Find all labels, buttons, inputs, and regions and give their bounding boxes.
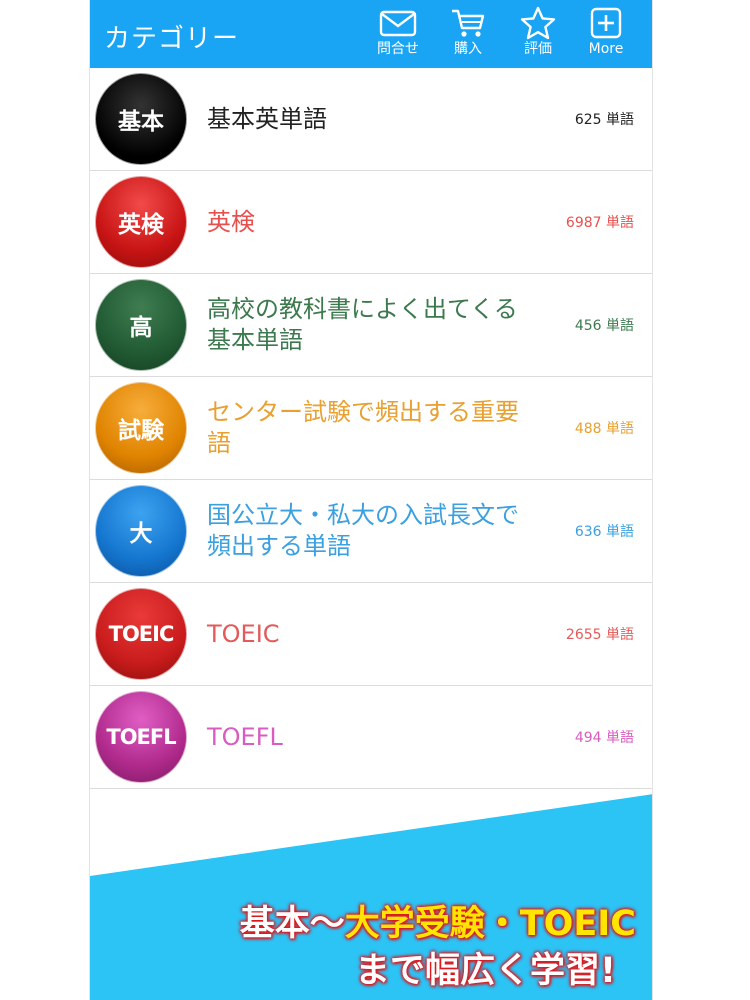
app-screen: カテゴリー 問合せ 購入 評価 More 基本 基本英単語 625 単語 英検 … xyxy=(89,0,653,1000)
category-title: 高校の教科書によく出てくる基本単語 xyxy=(207,295,518,354)
category-title: 国公立大・私大の入試長文で頻出する単語 xyxy=(207,501,519,560)
word-count: 456 単語 xyxy=(574,318,634,334)
category-row-university[interactable]: 大 国公立大・私大の入試長文で頻出する単語 636 単語 xyxy=(90,480,652,583)
category-badge: 英検 xyxy=(95,176,187,268)
category-title: 基本英単語 xyxy=(207,104,327,133)
category-badge: 基本 xyxy=(95,73,187,165)
rate-button-label: 評価 xyxy=(524,41,552,57)
category-list: 基本 基本英単語 625 単語 英検 英検 6987 単語 高 高校の教科書によ… xyxy=(90,68,652,789)
category-title: TOEIC xyxy=(207,619,280,648)
category-row-toefl[interactable]: TOEFL TOEFL 494 単語 xyxy=(90,686,652,789)
word-count: 636 単語 xyxy=(574,524,634,540)
purchase-button[interactable]: 購入 xyxy=(438,6,498,64)
word-count: 494 単語 xyxy=(574,730,634,746)
mail-icon xyxy=(379,10,417,37)
page-title: カテゴリー xyxy=(104,24,240,54)
promo-line-2: まで幅広く学習! xyxy=(355,951,616,991)
promo-line-1: 基本～大学受験・TOEIC xyxy=(240,895,636,946)
star-icon xyxy=(520,6,556,40)
header-bar: カテゴリー 問合せ 購入 評価 More xyxy=(90,0,652,68)
category-badge: 大 xyxy=(95,485,187,577)
category-title: TOEFL xyxy=(207,722,283,751)
category-row-eiken[interactable]: 英検 英検 6987 単語 xyxy=(90,171,652,274)
word-count: 2655 単語 xyxy=(565,627,634,643)
category-row-basic[interactable]: 基本 基本英単語 625 単語 xyxy=(90,68,652,171)
plus-box-icon xyxy=(590,7,622,39)
word-count: 625 単語 xyxy=(574,112,634,128)
category-row-toeic[interactable]: TOEIC TOEIC 2655 単語 xyxy=(90,583,652,686)
more-button[interactable]: More xyxy=(576,6,636,64)
promo-text-basic: 基本～ xyxy=(239,904,345,944)
category-badge: TOEFL xyxy=(95,691,187,783)
category-row-center-exam[interactable]: 試験 センター試験で頻出する重要語 488 単語 xyxy=(90,377,652,480)
contact-button-label: 問合せ xyxy=(377,41,419,57)
promo-text-highlight: 大学受験・TOEIC xyxy=(344,904,636,944)
category-row-highschool[interactable]: 高 高校の教科書によく出てくる基本単語 456 単語 xyxy=(90,274,652,377)
cart-icon xyxy=(452,9,485,37)
category-title: 英検 xyxy=(207,207,255,236)
purchase-button-label: 購入 xyxy=(454,41,482,57)
category-badge: 高 xyxy=(95,279,187,371)
category-badge: TOEIC xyxy=(95,588,187,680)
contact-button[interactable]: 問合せ xyxy=(368,6,428,64)
word-count: 488 単語 xyxy=(574,421,634,437)
more-button-label: More xyxy=(588,41,624,57)
category-badge: 試験 xyxy=(95,382,187,474)
rate-button[interactable]: 評価 xyxy=(508,6,568,64)
word-count: 6987 単語 xyxy=(565,215,634,231)
category-title: センター試験で頻出する重要語 xyxy=(207,398,519,457)
